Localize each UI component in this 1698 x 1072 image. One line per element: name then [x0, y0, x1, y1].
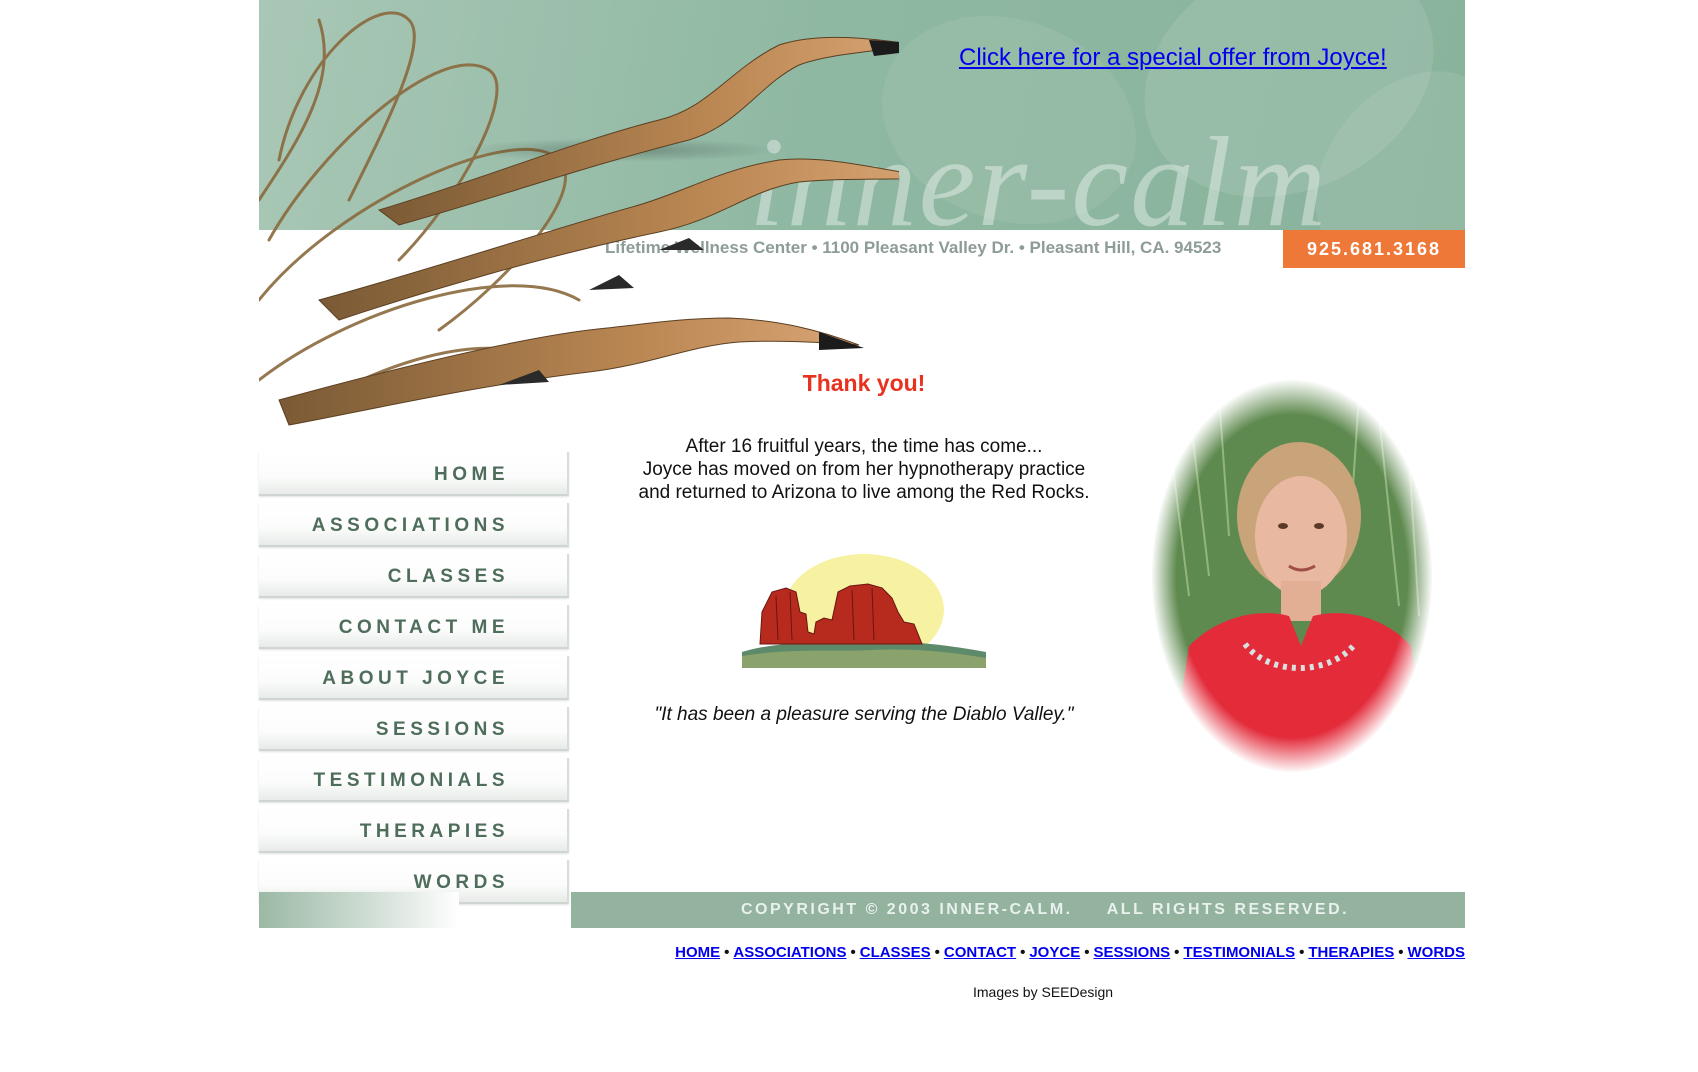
link-separator: •: [1084, 944, 1090, 961]
link-separator: •: [1299, 944, 1305, 961]
image-credit: Images by SEEDesign: [973, 984, 1114, 1000]
footer-bar-fade: [259, 892, 459, 928]
nav-item-label: ABOUT JOYCE: [322, 668, 509, 689]
footer-link-therapies[interactable]: THERAPIES: [1308, 944, 1394, 961]
nav-item-label: WORDS: [413, 872, 509, 893]
page: inner-calm Click here for a special offe…: [259, 0, 1465, 1072]
portrait-photo: [1151, 379, 1433, 773]
nav-item-classes[interactable]: CLASSES: [259, 554, 569, 598]
link-separator: •: [1174, 944, 1180, 961]
phone-number: 925.681.3168: [1283, 230, 1465, 268]
copyright: COPYRIGHT © 2003 INNER-CALM. ALL RIGHTS …: [741, 901, 1350, 918]
nav-item-therapies[interactable]: THERAPIES: [259, 809, 569, 853]
link-separator: •: [850, 944, 856, 961]
link-separator: •: [1020, 944, 1026, 961]
footer-link-joyce[interactable]: JOYCE: [1029, 944, 1080, 961]
message-line: Joyce has moved on from her hypnotherapy…: [642, 459, 1086, 480]
footer-link-testimonials[interactable]: TESTIMONIALS: [1183, 944, 1295, 961]
red-rocks-artwork: [742, 554, 986, 668]
special-offer-link[interactable]: Click here for a special offer from Joyc…: [959, 44, 1387, 72]
footer-link-contact[interactable]: CONTACT: [944, 944, 1016, 961]
nav-item-label: HOME: [434, 464, 509, 485]
nav-item-testimonials[interactable]: TESTIMONIALS: [259, 758, 569, 802]
link-separator: •: [1398, 944, 1404, 961]
footer-link-sessions[interactable]: SESSIONS: [1093, 944, 1170, 961]
message-line: and returned to Arizona to live among th…: [638, 482, 1090, 503]
page-title: Thank you!: [802, 370, 926, 396]
nav-item-label: SESSIONS: [375, 719, 509, 740]
nav-item-contact-me[interactable]: CONTACT ME: [259, 605, 569, 649]
footer-bar: COPYRIGHT © 2003 INNER-CALM. ALL RIGHTS …: [571, 892, 1465, 928]
footer-link-words[interactable]: WORDS: [1408, 944, 1466, 961]
nav-item-label: TESTIMONIALS: [313, 770, 509, 791]
main-content: Thank you! After 16 fruitful years, the …: [589, 370, 1139, 726]
message-line: After 16 fruitful years, the time has co…: [685, 436, 1043, 457]
footer-links: HOME • ASSOCIATIONS • CLASSES • CONTACT • JOYCE •…: [675, 944, 1465, 961]
nav-item-label: ASSOCIATIONS: [311, 515, 509, 536]
footer-link-associations[interactable]: ASSOCIATIONS: [733, 944, 846, 961]
side-nav: HOME ASSOCIATIONS CLASSES CONTACT ME ABO…: [259, 452, 569, 911]
footer-link-classes[interactable]: CLASSES: [860, 944, 931, 961]
link-separator: •: [934, 944, 940, 961]
nav-item-associations[interactable]: ASSOCIATIONS: [259, 503, 569, 547]
nav-item-about-joyce[interactable]: ABOUT JOYCE: [259, 656, 569, 700]
quote: "It has been a pleasure serving the Diab…: [654, 704, 1074, 725]
nav-item-home[interactable]: HOME: [259, 452, 569, 496]
message: After 16 fruitful years, the time has co…: [589, 435, 1139, 504]
nav-item-sessions[interactable]: SESSIONS: [259, 707, 569, 751]
nav-item-label: CONTACT ME: [338, 617, 509, 638]
footer-link-home[interactable]: HOME: [675, 944, 720, 961]
nav-item-label: THERAPIES: [359, 821, 509, 842]
nav-item-label: CLASSES: [387, 566, 509, 587]
link-separator: •: [724, 944, 730, 961]
